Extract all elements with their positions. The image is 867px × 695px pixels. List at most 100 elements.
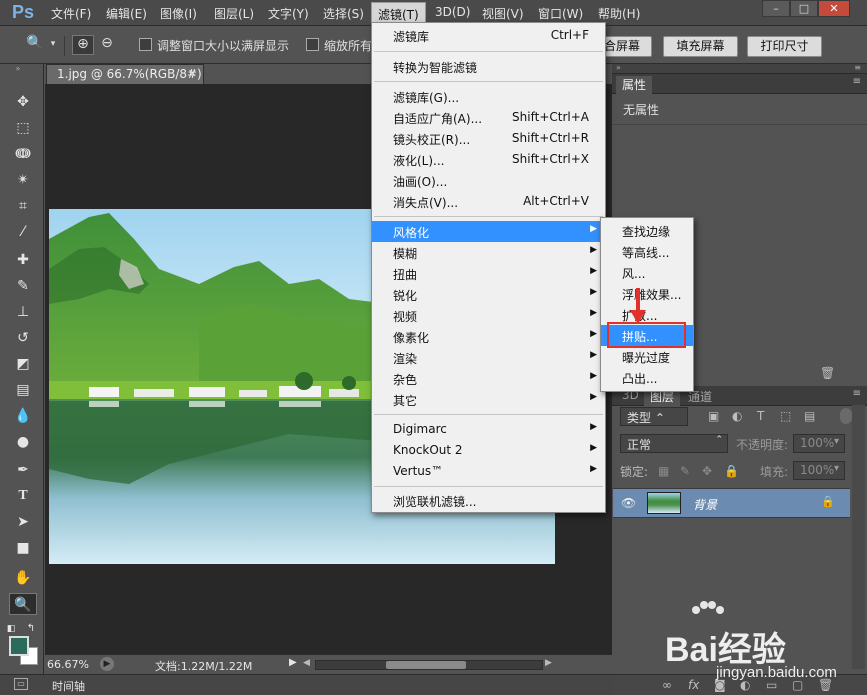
- marquee-tool-icon[interactable]: ⬚: [9, 117, 37, 139]
- submenu-item-extrude[interactable]: 凸出...: [601, 367, 693, 388]
- layers-scrollbar[interactable]: [852, 405, 865, 669]
- preset-dropdown-arrow-icon[interactable]: ▾: [48, 39, 58, 59]
- menu-item-noise[interactable]: 杂色 ▶: [372, 368, 605, 389]
- screen-mode-icon[interactable]: ▭: [14, 678, 28, 690]
- menu-item-render[interactable]: 渲染 ▶: [372, 347, 605, 368]
- fit-screen-button[interactable]: 合屏幕: [604, 36, 652, 57]
- menu-layer[interactable]: 图层(L): [214, 5, 254, 22]
- zoom-in-icon[interactable]: ⊕: [72, 35, 94, 55]
- menu-item-filter-gallery-last[interactable]: 滤镜库 Ctrl+F: [372, 25, 605, 46]
- blend-mode-select[interactable]: 正常 ⌃: [620, 434, 728, 453]
- menu-type[interactable]: 文字(Y): [268, 5, 309, 22]
- menu-edit[interactable]: 编辑(E): [106, 5, 147, 22]
- zoom-level-field[interactable]: 66.67%: [47, 658, 89, 671]
- collapse-dock-icon[interactable]: »: [616, 63, 621, 72]
- menu-item-liquify[interactable]: 液化(L)... Shift+Ctrl+X: [372, 149, 605, 170]
- eyedropper-tool-icon[interactable]: ⁄: [9, 221, 37, 243]
- menu-select[interactable]: 选择(S): [323, 5, 364, 22]
- crop-tool-icon[interactable]: ⌗: [9, 195, 37, 217]
- type-tool-icon[interactable]: T: [9, 485, 37, 507]
- menu-3d[interactable]: 3D(D): [435, 5, 470, 19]
- restore-button[interactable]: □: [790, 0, 818, 17]
- menu-item-vanishing-point[interactable]: 消失点(V)... Alt+Ctrl+V: [372, 191, 605, 212]
- menu-item-convert-smart-filter[interactable]: 转换为智能滤镜: [372, 56, 605, 77]
- filter-adjustment-icon[interactable]: ◐: [732, 409, 742, 423]
- lock-position-icon[interactable]: ✥: [702, 464, 712, 478]
- link-layers-icon[interactable]: ∞: [662, 678, 672, 692]
- menu-item-vertus[interactable]: Vertus™ ▶: [372, 461, 605, 482]
- close-button[interactable]: ✕: [818, 0, 850, 17]
- rectangle-tool-icon[interactable]: ■: [9, 537, 37, 559]
- submenu-item-wind[interactable]: 风...: [601, 262, 693, 283]
- submenu-item-trace-contour[interactable]: 等高线...: [601, 241, 693, 262]
- zoom-out-icon[interactable]: ⊖: [96, 35, 118, 55]
- filter-type-icon[interactable]: T: [757, 409, 764, 423]
- clone-stamp-tool-icon[interactable]: ⊥: [9, 301, 37, 323]
- foreground-color-swatch[interactable]: [9, 636, 29, 656]
- move-tool-icon[interactable]: ✥: [9, 91, 37, 113]
- fill-screen-button[interactable]: 填充屏幕: [663, 36, 738, 57]
- menu-item-other[interactable]: 其它 ▶: [372, 389, 605, 410]
- layer-style-icon[interactable]: fx: [688, 678, 699, 692]
- filter-pixel-icon[interactable]: ▣: [708, 409, 719, 423]
- submenu-item-find-edges[interactable]: 查找边缘: [601, 220, 693, 241]
- menu-view[interactable]: 视图(V): [482, 5, 524, 22]
- timeline-tab[interactable]: 时间轴: [52, 678, 85, 694]
- dodge-tool-icon[interactable]: ●: [9, 431, 37, 453]
- collapse-toolbar-icon[interactable]: »: [4, 64, 32, 74]
- menu-item-filter-gallery[interactable]: 滤镜库(G)...: [372, 86, 605, 107]
- eraser-tool-icon[interactable]: ◩: [9, 353, 37, 375]
- menu-item-adaptive-wide-angle[interactable]: 自适应广角(A)... Shift+Ctrl+A: [372, 107, 605, 128]
- zoom-all-checkbox[interactable]: [306, 38, 319, 51]
- document-tab[interactable]: 1.jpg @ 66.7%(RGB/8#) ✕: [46, 64, 204, 84]
- menu-item-sharpen[interactable]: 锐化 ▶: [372, 284, 605, 305]
- filter-toggle-switch[interactable]: [840, 408, 852, 424]
- zoom-tool-preset-icon[interactable]: 🔍: [24, 35, 46, 55]
- fill-slider-arrow-icon[interactable]: ▾: [834, 463, 848, 474]
- submenu-item-solarize[interactable]: 曝光过度: [601, 346, 693, 367]
- properties-trash-icon[interactable]: 🗑: [820, 366, 835, 380]
- path-selection-tool-icon[interactable]: ➤: [9, 511, 37, 533]
- menu-item-knockout[interactable]: KnockOut 2 ▶: [372, 440, 605, 461]
- menu-item-lens-correction[interactable]: 镜头校正(R)... Shift+Ctrl+R: [372, 128, 605, 149]
- scroll-right-icon[interactable]: ▶: [545, 658, 552, 668]
- menu-item-oil-paint[interactable]: 油画(O)...: [372, 170, 605, 191]
- menu-image[interactable]: 图像(I): [160, 5, 197, 22]
- horizontal-scrollbar[interactable]: [315, 660, 543, 670]
- blur-tool-icon[interactable]: 💧: [9, 405, 37, 427]
- horizontal-scroll-thumb[interactable]: [386, 661, 466, 669]
- menu-item-stylize[interactable]: 风格化 ▶: [372, 221, 605, 242]
- filter-shape-icon[interactable]: ⬚: [780, 409, 791, 423]
- menu-item-digimarc[interactable]: Digimarc ▶: [372, 419, 605, 440]
- menu-item-pixelate[interactable]: 像素化 ▶: [372, 326, 605, 347]
- zoom-tool-icon[interactable]: 🔍: [9, 593, 37, 615]
- scroll-left-icon[interactable]: ◀: [303, 658, 310, 668]
- dock-menu-icon[interactable]: ≡: [854, 63, 861, 72]
- layer-visibility-eye-icon[interactable]: 👁: [621, 496, 636, 510]
- magic-wand-tool-icon[interactable]: ✴: [9, 169, 37, 191]
- document-info-icon[interactable]: ▶: [100, 657, 114, 671]
- status-menu-arrow-icon[interactable]: ▶: [289, 657, 297, 668]
- menu-filter[interactable]: 滤镜(T): [371, 2, 426, 23]
- close-document-icon[interactable]: ✕: [188, 67, 197, 80]
- gradient-tool-icon[interactable]: ▤: [9, 379, 37, 401]
- filter-smart-object-icon[interactable]: ▤: [804, 409, 815, 423]
- lock-pixels-icon[interactable]: ✎: [680, 464, 690, 478]
- lasso-tool-icon[interactable]: ↈ: [9, 143, 37, 165]
- history-brush-tool-icon[interactable]: ↺: [9, 327, 37, 349]
- menu-item-browse-online-filters[interactable]: 浏览联机滤镜...: [372, 490, 605, 511]
- print-size-button[interactable]: 打印尺寸: [747, 36, 822, 57]
- opacity-slider-arrow-icon[interactable]: ▾: [834, 436, 848, 447]
- menu-file[interactable]: 文件(F): [51, 5, 91, 22]
- minimize-button[interactable]: –: [762, 0, 790, 17]
- menu-item-video[interactable]: 视频 ▶: [372, 305, 605, 326]
- menu-help[interactable]: 帮助(H): [598, 5, 640, 22]
- brush-tool-icon[interactable]: ✎: [9, 275, 37, 297]
- tab-properties[interactable]: 属性: [616, 76, 653, 94]
- resize-windows-checkbox[interactable]: [139, 38, 152, 51]
- menu-item-distort[interactable]: 扭曲 ▶: [372, 263, 605, 284]
- hand-tool-icon[interactable]: ✋: [9, 567, 37, 589]
- layer-name[interactable]: 背景: [693, 496, 717, 513]
- layers-menu-icon[interactable]: ≡: [853, 388, 861, 399]
- healing-brush-tool-icon[interactable]: ✚: [9, 249, 37, 271]
